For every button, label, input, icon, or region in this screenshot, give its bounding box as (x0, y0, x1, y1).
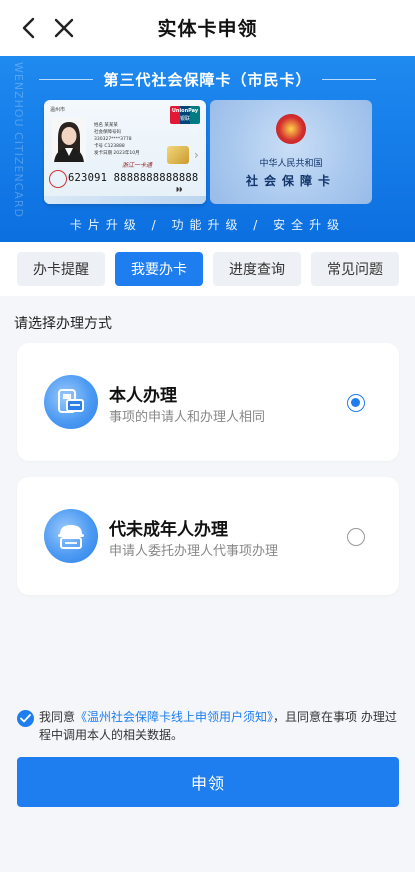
card-number: 623091 8888888888888 (68, 172, 199, 184)
divider (321, 78, 376, 80)
tab-reminder[interactable]: 办卡提醒 (17, 252, 105, 286)
card-front-top-label: 温州市 (50, 107, 66, 113)
id-card-icon (44, 375, 98, 429)
card-info-line: 社会保障号码 330327****3778 (94, 130, 132, 142)
option-title: 代未成年人办理 (109, 520, 228, 540)
page-title: 实体卡申领 (157, 18, 258, 40)
radio-option-minor[interactable] (347, 528, 365, 546)
option-title: 本人办理 (109, 386, 177, 406)
nfc-icon: ◗◗ (176, 186, 183, 193)
tab-progress[interactable]: 进度查询 (213, 252, 301, 286)
radio-option-self[interactable] (347, 394, 365, 412)
tab-apply[interactable]: 我要办卡 (115, 252, 203, 286)
card-front-info: 姓名 某某某 社会保障号码 330327****3778 卡号 C123888 … (94, 122, 156, 157)
card-back-line1: 中华人民共和国 (259, 159, 323, 169)
card-arrow-icon: › (194, 148, 199, 162)
minor-proxy-icon (44, 509, 98, 563)
option-desc: 申请人委托办理人代事项办理 (109, 544, 279, 559)
card-strip (44, 196, 206, 204)
card-photo (52, 118, 86, 162)
banner-footer: 卡片升级 / 功能升级 / 安全升级 (69, 218, 346, 232)
option-self[interactable]: 本人办理 事项的申请人和办理人相同 (17, 343, 399, 461)
banner-title-row: 第三代社会保障卡（市民卡） (0, 68, 415, 90)
section-label: 请选择办理方式 (14, 316, 112, 332)
unionpay-logo: UnionPay 银联 (170, 106, 200, 124)
option-desc: 事项的申请人和办理人相同 (109, 410, 266, 425)
card-info-line: 姓名 某某某 (94, 123, 118, 128)
banner-title: 第三代社会保障卡（市民卡） (103, 70, 312, 89)
agreement-link[interactable]: 《温州社会保障卡线上申领用户须知》 (75, 710, 273, 724)
agreement-text: 我同意《温州社会保障卡线上申领用户须知》，且同意在事项 办理过程中调用本人的相关… (17, 708, 397, 744)
divider (39, 78, 94, 80)
national-emblem-icon (276, 114, 306, 144)
card-banner: WENZHOU CITIZENCARD 第三代社会保障卡（市民卡） 温州市 姓名… (0, 56, 415, 242)
option-minor[interactable]: 代未成年人办理 申请人委托办理人代事项办理 (17, 477, 399, 595)
apply-button[interactable]: 申领 (17, 757, 399, 807)
agreement-prefix: 我同意 (39, 710, 76, 724)
app-header: 实体卡申领 (0, 0, 415, 56)
card-back-image: 中华人民共和国 社会保障卡 (210, 100, 372, 204)
card-chip (167, 146, 189, 164)
card-seal (49, 170, 67, 188)
tab-bar: 办卡提醒 我要办卡 进度查询 常见问题 (0, 242, 415, 296)
card-back-line2: 社会保障卡 (245, 174, 336, 188)
tab-faq[interactable]: 常见问题 (311, 252, 399, 286)
card-front-image: 温州市 姓名 某某某 社会保障号码 330327****3778 卡号 C123… (44, 100, 206, 204)
card-info-line: 卡号 C123888 (94, 144, 125, 149)
card-signature: 浙江一卡通 (122, 162, 153, 169)
agreement-row: 我同意《温州社会保障卡线上申领用户须知》，且同意在事项 办理过程中调用本人的相关… (17, 708, 397, 744)
card-info-line: 发卡日期 2023年10月 (94, 151, 140, 156)
checkmark-icon[interactable] (17, 710, 34, 727)
